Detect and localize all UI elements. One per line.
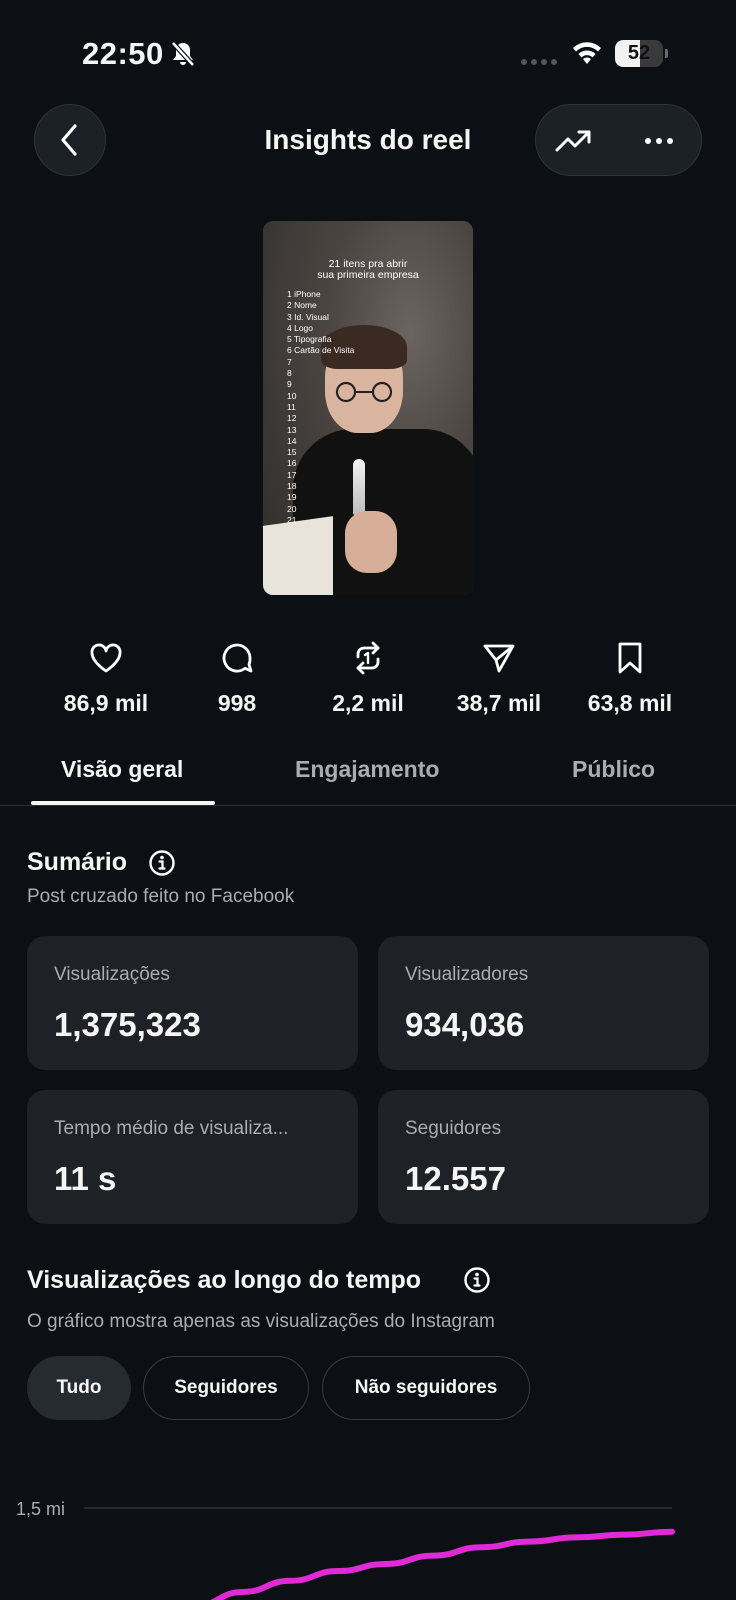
filter-non-followers[interactable]: Não seguidores (322, 1356, 530, 1420)
tab-overview[interactable]: Visão geral (61, 756, 183, 783)
views-over-time-info-icon[interactable] (463, 1266, 491, 1294)
thumbnail-list-item: 21 (287, 514, 297, 525)
wifi-icon (573, 42, 601, 64)
followers-value: 12.557 (405, 1160, 506, 1197)
thumbnail-list-item: 7 (287, 356, 292, 367)
viewers-label: Visualizadores (405, 964, 529, 985)
thumbnail-list-item: 14 (287, 435, 297, 446)
likes-stat: 86,9 mil (41, 640, 171, 717)
comments-count: 998 (217, 690, 257, 716)
thumbnail-list-item: 9 (287, 379, 292, 390)
thumbnail-list-item: 11 (287, 401, 296, 412)
thumbnail-list-item: 5 Tipografia (287, 334, 332, 345)
views-label: Visualizações (54, 964, 170, 985)
thumbnail-list-item: 13 (287, 424, 297, 435)
series-line-0 (210, 1528, 675, 1600)
battery-indicator: 52 (615, 40, 668, 67)
knife-shape (353, 459, 365, 515)
repost-icon (356, 641, 380, 675)
share-icon (483, 644, 515, 673)
filter-all[interactable]: Tudo (27, 1356, 131, 1420)
shares-stat: 38,7 mil (434, 640, 564, 717)
comments-stat: 998 (172, 640, 302, 717)
avg-watch-time-value: 11 s (54, 1160, 117, 1197)
paper-sheet (263, 516, 333, 595)
filter-followers[interactable]: Seguidores (143, 1356, 309, 1420)
header-actions (535, 104, 702, 176)
thumbnail-list-item: 16 (287, 458, 297, 469)
likes-count: 86,9 mil (63, 690, 149, 716)
thumbnail-list-item: 8 (287, 368, 292, 379)
reposts-count: 2,2 mil (332, 690, 404, 716)
bookmark-icon (618, 642, 642, 674)
signal-dots-icon (521, 59, 557, 65)
status-time: 22:50 (82, 36, 164, 71)
thumbnail-list-item: 18 (287, 481, 297, 492)
thumbnail-list-item: 4 Logo (287, 322, 313, 333)
battery-percent: 52 (627, 42, 651, 64)
trending-up-icon (555, 130, 591, 152)
views-card[interactable]: Visualizações 1,375,323 (27, 936, 358, 1070)
y-tick-label: 1,5 mi (16, 1499, 65, 1519)
summary-info-icon[interactable] (148, 849, 176, 877)
thumbnail-list-item: 3 Id. Visual (287, 311, 329, 322)
views-over-time-title: Visualizações ao longo do tempo (27, 1266, 422, 1294)
bell-muted-icon (171, 41, 195, 67)
thumbnail-list-item: 10 (287, 390, 297, 401)
shares-count: 38,7 mil (456, 690, 542, 716)
thumbnail-caption-line2: sua primeira empresa (317, 269, 419, 281)
views-value: 1,375,323 (54, 1006, 201, 1043)
thumbnail-list-item: 15 (287, 447, 297, 458)
reposts-stat: 2,2 mil (303, 640, 433, 717)
thumbnail-list-item: 2 Nome (287, 300, 317, 311)
views-line-chart: 1,5 mi (16, 1499, 675, 1600)
reel-thumbnail[interactable]: 21 itens pra abrir sua primeira empresa … (263, 221, 473, 595)
thumbnail-list-item: 12 (287, 413, 297, 424)
tab-audience[interactable]: Público (572, 756, 655, 783)
thumbnail-list-item: 19 (287, 492, 297, 503)
avg-watch-time-card[interactable]: Tempo médio de visualiza... 11 s (27, 1090, 358, 1224)
tabs-divider (0, 805, 736, 806)
summary-subtitle: Post cruzado feito no Facebook (27, 886, 295, 907)
followers-label: Seguidores (405, 1118, 502, 1139)
avg-watch-time-label: Tempo médio de visualiza... (54, 1118, 289, 1139)
saves-stat: 63,8 mil (565, 640, 695, 717)
heart-icon (90, 643, 122, 673)
thumbnail-caption: 21 itens pra abrir sua primeira empresa (263, 259, 473, 281)
more-options-button[interactable] (636, 123, 682, 159)
thumbnail-list-item: 6 Cartão de Visita (287, 345, 355, 356)
thumbnail-list: 1 iPhone 2 Nome 3 Id. Visual 4 Logo 5 Tipogr… (287, 289, 354, 526)
followers-card[interactable]: Seguidores 12.557 (378, 1090, 709, 1224)
thumbnail-list-item: 20 (287, 503, 297, 514)
views-over-time-subtitle: O gráfico mostra apenas as visualizações… (27, 1311, 495, 1332)
saves-count: 63,8 mil (587, 690, 673, 716)
more-horizontal-icon (645, 138, 673, 144)
comment-icon (222, 643, 253, 673)
thumbnail-list-item: 1 iPhone (287, 289, 321, 299)
viewers-value: 934,036 (405, 1006, 525, 1043)
boost-button[interactable] (554, 123, 594, 159)
summary-title: Sumário (27, 848, 128, 876)
tab-engagement[interactable]: Engajamento (295, 756, 439, 783)
thumbnail-list-item: 17 (287, 469, 297, 480)
viewers-card[interactable]: Visualizadores 934,036 (378, 936, 709, 1070)
